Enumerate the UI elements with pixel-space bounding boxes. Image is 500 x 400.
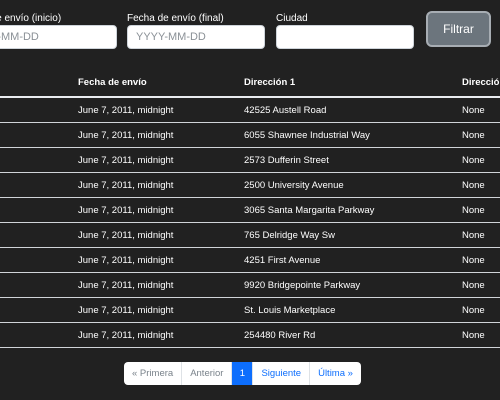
- shipments-table: Fecha de envío Dirección 1 Dirección 2 :…: [0, 68, 500, 348]
- ship-date-cell: June 7, 2011, midnight: [72, 97, 238, 123]
- address-1-cell: 6055 Shawnee Industrial Way: [238, 122, 456, 148]
- start-date-label: Fecha de envío (inicio): [0, 13, 62, 24]
- address-1-cell: St. Louis Marketplace: [238, 297, 456, 323]
- table-row: : June 7, 2011, midnight 765 Delridge Wa…: [0, 222, 500, 248]
- ship-date-cell: June 7, 2011, midnight: [72, 122, 238, 148]
- address-1-cell: 2500 University Avenue: [238, 172, 456, 198]
- first-page-link[interactable]: « Primera: [124, 362, 183, 385]
- id-cell: :: [0, 197, 72, 223]
- id-cell: :: [0, 297, 72, 323]
- id-cell: :: [0, 122, 72, 148]
- address-2-cell: None: [456, 322, 500, 348]
- address-1-cell: 42525 Austell Road: [238, 97, 456, 123]
- table-row: : June 7, 2011, midnight 2500 University…: [0, 172, 500, 198]
- address-1-cell: 3065 Santa Margarita Parkway: [238, 197, 456, 223]
- end-date-label: Fecha de envío (final): [127, 13, 224, 24]
- last-page-link[interactable]: Última »: [310, 362, 361, 385]
- ship-date-cell: June 7, 2011, midnight: [72, 222, 238, 248]
- table-row: : June 7, 2011, midnight 42525 Austell R…: [0, 97, 500, 123]
- end-date-input[interactable]: [127, 25, 265, 49]
- id-cell: :: [0, 97, 72, 123]
- address-2-cell: None: [456, 147, 500, 173]
- column-header-address-1: Dirección 1: [238, 68, 456, 98]
- orders-page: Fecha de envío (inicio) Fecha de envío (…: [0, 0, 500, 400]
- address-2-cell: None: [456, 297, 500, 323]
- address-1-cell: 9920 Bridgepointe Parkway: [238, 272, 456, 298]
- address-2-cell: None: [456, 197, 500, 223]
- shipments-table-wrap: Fecha de envío Dirección 1 Dirección 2 :…: [0, 68, 500, 348]
- table-row: : June 7, 2011, midnight St. Louis Marke…: [0, 297, 500, 323]
- ship-date-cell: June 7, 2011, midnight: [72, 147, 238, 173]
- id-cell: :: [0, 147, 72, 173]
- pagination: « Primera Anterior 1 Siguiente Última »: [124, 362, 361, 385]
- address-2-cell: None: [456, 222, 500, 248]
- table-row: : June 7, 2011, midnight 3065 Santa Marg…: [0, 197, 500, 223]
- filter-button[interactable]: Filtrar: [426, 11, 491, 47]
- table-row: : June 7, 2011, midnight 254480 River Rd…: [0, 322, 500, 348]
- column-header-address-2: Dirección 2: [456, 68, 500, 98]
- city-label: Ciudad: [276, 13, 308, 24]
- filter-bar: Fecha de envío (inicio) Fecha de envío (…: [0, 0, 500, 60]
- previous-page-link[interactable]: Anterior: [182, 362, 233, 385]
- ship-date-cell: June 7, 2011, midnight: [72, 247, 238, 273]
- table-row: : June 7, 2011, midnight 2573 Dufferin S…: [0, 147, 500, 173]
- id-cell: :: [0, 247, 72, 273]
- ship-date-cell: June 7, 2011, midnight: [72, 197, 238, 223]
- id-cell: :: [0, 222, 72, 248]
- id-cell: :: [0, 272, 72, 298]
- address-1-cell: 4251 First Avenue: [238, 247, 456, 273]
- address-1-cell: 254480 River Rd: [238, 322, 456, 348]
- address-2-cell: None: [456, 97, 500, 123]
- column-header-id: [0, 68, 72, 98]
- start-date-input[interactable]: [0, 25, 117, 49]
- table-row: : June 7, 2011, midnight 6055 Shawnee In…: [0, 122, 500, 148]
- address-2-cell: None: [456, 272, 500, 298]
- ship-date-cell: June 7, 2011, midnight: [72, 172, 238, 198]
- ship-date-cell: June 7, 2011, midnight: [72, 272, 238, 298]
- table-body: : June 7, 2011, midnight 42525 Austell R…: [0, 97, 500, 348]
- address-2-cell: None: [456, 172, 500, 198]
- table-row: : June 7, 2011, midnight 9920 Bridgepoin…: [0, 272, 500, 298]
- address-2-cell: None: [456, 247, 500, 273]
- ship-date-cell: June 7, 2011, midnight: [72, 297, 238, 323]
- id-cell: :: [0, 172, 72, 198]
- current-page-indicator[interactable]: 1: [232, 362, 254, 385]
- address-1-cell: 765 Delridge Way Sw: [238, 222, 456, 248]
- address-2-cell: None: [456, 122, 500, 148]
- ship-date-cell: June 7, 2011, midnight: [72, 322, 238, 348]
- city-input[interactable]: [276, 25, 414, 49]
- column-header-ship-date: Fecha de envío: [72, 68, 238, 98]
- table-header-row: Fecha de envío Dirección 1 Dirección 2: [0, 68, 500, 98]
- address-1-cell: 2573 Dufferin Street: [238, 147, 456, 173]
- table-row: : June 7, 2011, midnight 4251 First Aven…: [0, 247, 500, 273]
- id-cell: :: [0, 322, 72, 348]
- next-page-link[interactable]: Siguiente: [253, 362, 311, 385]
